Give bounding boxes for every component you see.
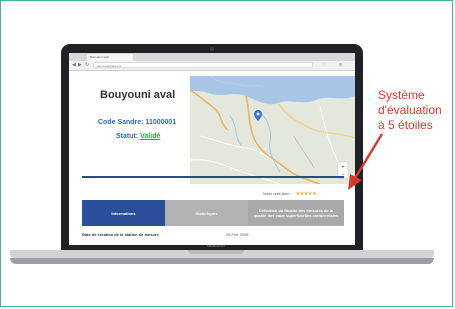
station-map[interactable]: + −	[190, 76, 355, 184]
url-input[interactable]: sierm.eaufrance.fr	[93, 62, 313, 68]
status-row: Statut: Validé	[116, 133, 160, 140]
map-canvas: + −	[190, 76, 355, 184]
bookmark-star-icon[interactable]: ☆	[322, 62, 326, 69]
status-link[interactable]: Validé	[140, 133, 160, 140]
forward-icon[interactable]: ▶	[78, 62, 82, 69]
creation-date-label: Date de création de la station de mesure	[82, 232, 159, 237]
callout-arrow-icon	[348, 133, 384, 190]
rating-stars[interactable]: ★★★★★	[295, 191, 316, 197]
station-header: Bouyouni aval Code Sandre: 11000001 Stat…	[82, 71, 355, 199]
browser-tab-bar: Bouyouni aval	[69, 53, 355, 61]
map-pin-icon[interactable]	[254, 110, 262, 121]
content-tabs: Informations Historiques Définition du f…	[82, 200, 344, 226]
detail-row: Date de création de la station de mesure…	[82, 230, 344, 240]
laptop-screen: Bouyouni aval ◀ ▶ ↻ sierm.eaufrance.fr ☆…	[69, 53, 355, 245]
section-divider	[82, 176, 344, 178]
status-label: Statut:	[116, 133, 139, 140]
callout-line-1: Système	[378, 88, 425, 102]
back-icon[interactable]: ◀	[72, 62, 76, 69]
laptop-base-edge	[10, 258, 434, 264]
laptop-bezel: Bouyouni aval ◀ ▶ ↻ sierm.eaufrance.fr ☆…	[61, 44, 363, 250]
reload-icon[interactable]: ↻	[85, 62, 89, 69]
webcam-icon	[210, 47, 214, 51]
rating-label: Notez cette fiche :	[263, 191, 292, 196]
browser-tab[interactable]: Bouyouni aval	[87, 54, 133, 61]
browser-address-bar: ◀ ▶ ↻ sierm.eaufrance.fr ☆ ≡	[69, 61, 355, 71]
tab-definition-finalite[interactable]: Définition du finalité des mesures de la…	[248, 200, 344, 226]
laptop-hinge-notch	[188, 250, 244, 254]
creation-date-value: 26 Feb 2008	[226, 232, 249, 237]
tab-informations[interactable]: Informations	[82, 200, 165, 226]
tab-historiques[interactable]: Historiques	[165, 200, 248, 226]
laptop-brand: MacBook Pro	[206, 244, 225, 248]
rating-callout: Système d'évaluation à 5 étoiles	[378, 88, 454, 133]
callout-line-2: d'évaluation	[378, 103, 442, 117]
browser-menu-icon[interactable]: ≡	[339, 62, 342, 69]
